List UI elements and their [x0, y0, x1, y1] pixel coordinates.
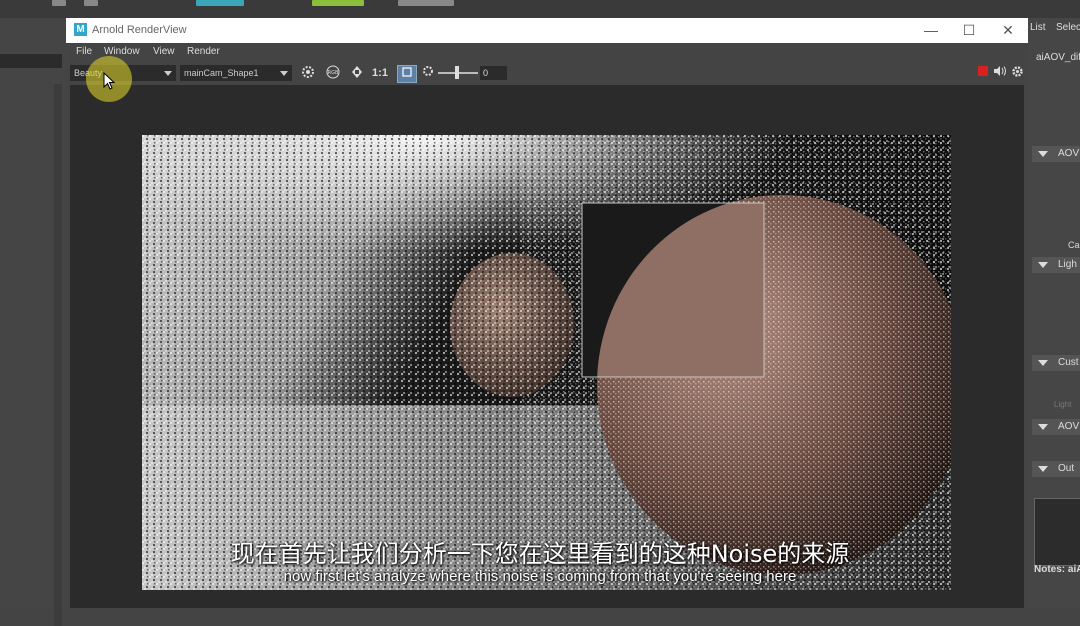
chevron-down-icon	[280, 71, 288, 76]
menu-view[interactable]: View	[153, 46, 175, 57]
render-image[interactable]	[142, 135, 951, 590]
attribute-editor-panel: List Selec aiAOV_dif AOV Ca Ligh Cust Li…	[1028, 18, 1080, 608]
exposure-slider-handle[interactable]	[455, 66, 459, 79]
tool-icon[interactable]	[398, 0, 454, 6]
ratio-button[interactable]: 1:1	[371, 65, 389, 81]
collapse-icon	[1038, 466, 1048, 472]
collapse-icon	[1038, 151, 1048, 157]
tool-icon[interactable]	[52, 0, 66, 6]
maximize-button[interactable]: ☐	[954, 21, 984, 39]
stop-icon[interactable]	[974, 65, 992, 81]
speaker-icon[interactable]	[991, 65, 1009, 81]
tool-icon[interactable]	[312, 0, 364, 6]
light-label-faded: Light	[1054, 400, 1072, 409]
renderview-window: M Arnold RenderView — ☐ ✕ File Window Vi…	[66, 18, 1028, 608]
rgb-icon[interactable]: RGB	[324, 65, 342, 81]
tab-list[interactable]: List	[1030, 22, 1046, 33]
section-output[interactable]: Out	[1032, 461, 1080, 477]
left-dropdown[interactable]	[0, 54, 62, 68]
minimize-button[interactable]: —	[916, 21, 946, 39]
collapse-icon	[1038, 360, 1048, 366]
close-button[interactable]: ✕	[993, 21, 1023, 39]
maya-left-panel	[0, 18, 66, 626]
refresh-icon[interactable]	[299, 65, 317, 81]
gear-icon[interactable]	[1008, 65, 1026, 81]
section-aov-2[interactable]: AOV	[1032, 419, 1080, 435]
tool-icon[interactable]	[84, 0, 98, 6]
camera-select[interactable]: mainCam_Shape1	[180, 65, 292, 81]
chevron-down-icon	[164, 71, 172, 76]
subtitle-english: now first let's analyze where this noise…	[283, 568, 797, 585]
channel-icon[interactable]	[348, 65, 366, 81]
section-custom[interactable]: Cust	[1032, 355, 1080, 371]
svg-text:RGB: RGB	[328, 70, 339, 76]
node-name-label: aiAOV_dif	[1036, 52, 1080, 63]
section-aov[interactable]: AOV	[1032, 146, 1080, 162]
settings-icon[interactable]	[419, 65, 437, 81]
collapse-icon	[1038, 262, 1048, 268]
window-title: Arnold RenderView	[92, 24, 187, 36]
render-viewport[interactable]	[70, 85, 1024, 608]
tab-select[interactable]: Selec	[1056, 22, 1080, 33]
menu-bar: File Window View Render	[66, 43, 1028, 61]
tool-icon[interactable]	[196, 0, 244, 6]
title-bar[interactable]: M Arnold RenderView — ☐ ✕	[66, 18, 1028, 43]
mouse-cursor-icon	[103, 71, 116, 95]
crop-region-icon[interactable]	[397, 65, 417, 83]
exposure-value-field[interactable]: 0	[480, 66, 507, 80]
collapse-icon	[1038, 424, 1048, 430]
subtitle-chinese: 现在首先让我们分析一下您在这里看到的这种Noise的来源	[230, 540, 850, 568]
section-light[interactable]: Ligh	[1032, 257, 1080, 273]
maya-logo-icon: M	[74, 23, 87, 36]
ca-label: Ca	[1068, 240, 1080, 250]
render-toolbar: Beauty mainCam_Shape1 RGB 1:1 0	[66, 61, 1028, 85]
maya-main-toolbar	[0, 0, 1080, 18]
menu-render[interactable]: Render	[187, 46, 220, 57]
menu-file[interactable]: File	[76, 46, 92, 57]
